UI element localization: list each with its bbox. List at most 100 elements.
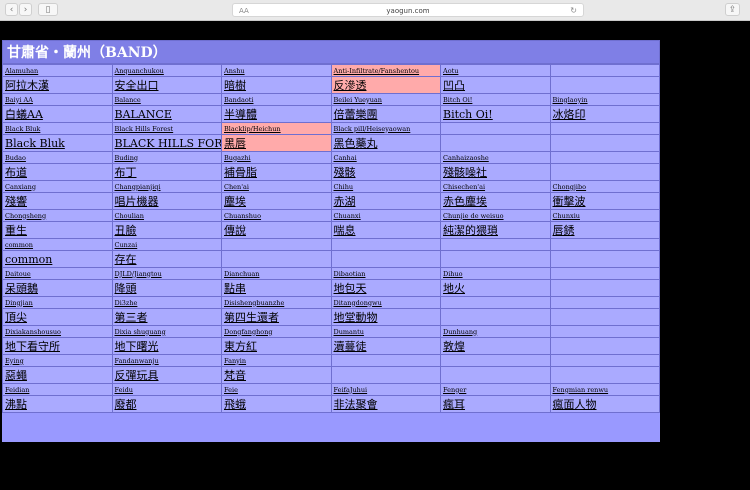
- band-romanization-link[interactable]: Eying: [3, 355, 112, 366]
- band-name-link[interactable]: 地包天: [331, 280, 440, 296]
- band-name-link[interactable]: 殘骸: [331, 164, 440, 180]
- band-name-link[interactable]: 瘋耳: [441, 396, 550, 412]
- band-name-link[interactable]: 殘響: [3, 193, 112, 209]
- band-romanization-link[interactable]: Alamuhan: [3, 65, 112, 76]
- band-name-link[interactable]: 地下看守所: [3, 338, 112, 354]
- band-romanization-link[interactable]: Buding: [112, 152, 221, 163]
- band-name-link[interactable]: BLACK HILLS FOREST: [112, 135, 221, 151]
- band-romanization-link[interactable]: Daitoue: [3, 268, 112, 279]
- band-romanization-link[interactable]: Chuanxi: [331, 210, 440, 221]
- band-name-link[interactable]: 阿拉木漢: [3, 77, 112, 93]
- band-name-link[interactable]: 布丁: [112, 164, 221, 180]
- band-name-link[interactable]: 黑色藥丸: [331, 135, 440, 151]
- band-romanization-link[interactable]: Fandanwanju: [112, 355, 221, 366]
- band-romanization-link[interactable]: common: [3, 239, 112, 250]
- band-romanization-link[interactable]: Chongsheng: [3, 210, 112, 221]
- band-romanization-link[interactable]: Ditangdongwu: [331, 297, 440, 308]
- band-romanization-link[interactable]: Dunhuang: [441, 326, 550, 337]
- band-name-link[interactable]: 惡蠅: [3, 367, 112, 383]
- band-name-link[interactable]: 倍蕾樂團: [331, 106, 440, 122]
- band-romanization-link[interactable]: Dongfanghong: [222, 326, 331, 337]
- band-name-link[interactable]: 冰烙印: [550, 106, 659, 122]
- band-romanization-link[interactable]: Canxiang: [3, 181, 112, 192]
- band-romanization-link[interactable]: Chunjie de weisuo: [441, 210, 550, 221]
- band-name-link[interactable]: 瘋面人物: [550, 396, 659, 412]
- band-romanization-link[interactable]: Dumantu: [331, 326, 440, 337]
- band-name-link[interactable]: 地堂動物: [331, 309, 440, 325]
- band-romanization-link[interactable]: Chen'ai: [222, 181, 331, 192]
- band-name-link[interactable]: 喘息: [331, 222, 440, 238]
- band-romanization-link[interactable]: Binglaoyin: [550, 94, 659, 105]
- band-name-link[interactable]: 非法聚會: [331, 396, 440, 412]
- reload-icon[interactable]: ↻: [570, 4, 577, 18]
- band-name-link[interactable]: 補骨脂: [222, 164, 331, 180]
- band-name-link[interactable]: 瀆蔓徒: [331, 338, 440, 354]
- band-romanization-link[interactable]: Black pill/Heiseyaowan: [331, 123, 440, 134]
- band-romanization-link[interactable]: Dihuo: [441, 268, 550, 279]
- band-romanization-link[interactable]: Balance: [112, 94, 221, 105]
- band-name-link[interactable]: 暗樹: [222, 77, 331, 93]
- band-name-link[interactable]: 唇銹: [550, 222, 659, 238]
- share-button[interactable]: ⇪: [725, 3, 740, 16]
- sidebar-button[interactable]: ▯: [38, 3, 58, 16]
- band-name-link[interactable]: 東方紅: [222, 338, 331, 354]
- band-name-link[interactable]: 沸點: [3, 396, 112, 412]
- band-romanization-link[interactable]: Chongjibo: [550, 181, 659, 192]
- band-romanization-link[interactable]: Fanyin: [222, 355, 331, 366]
- band-name-link[interactable]: 梵音: [222, 367, 331, 383]
- band-name-link[interactable]: Bitch Oi!: [441, 106, 550, 122]
- band-name-link[interactable]: 第四生還者: [222, 309, 331, 325]
- band-romanization-link[interactable]: Di3zhe: [112, 297, 221, 308]
- band-name-link[interactable]: 塵埃: [222, 193, 331, 209]
- band-name-link[interactable]: 傳說: [222, 222, 331, 238]
- band-name-link[interactable]: common: [3, 251, 112, 267]
- band-romanization-link[interactable]: Chisechen'ai: [441, 181, 550, 192]
- band-romanization-link[interactable]: FeifaJuhui: [331, 384, 440, 395]
- band-romanization-link[interactable]: Aotu: [441, 65, 550, 76]
- band-romanization-link[interactable]: Anshu: [222, 65, 331, 76]
- band-romanization-link[interactable]: Dibaotian: [331, 268, 440, 279]
- band-romanization-link[interactable]: Chunxiu: [550, 210, 659, 221]
- band-romanization-link[interactable]: Disishengbuanzhe: [222, 297, 331, 308]
- band-name-link[interactable]: 安全出口: [112, 77, 221, 93]
- band-romanization-link[interactable]: Dixia shuguang: [112, 326, 221, 337]
- band-romanization-link[interactable]: Changpianjiqi: [112, 181, 221, 192]
- band-name-link[interactable]: 頂尖: [3, 309, 112, 325]
- band-name-link[interactable]: 廢都: [112, 396, 221, 412]
- band-romanization-link[interactable]: Bugazhi: [222, 152, 331, 163]
- band-romanization-link[interactable]: Black Hills Forest: [112, 123, 221, 134]
- band-name-link[interactable]: 布道: [3, 164, 112, 180]
- band-romanization-link[interactable]: Feidu: [112, 384, 221, 395]
- band-name-link[interactable]: 地火: [441, 280, 550, 296]
- band-name-link[interactable]: 殘骸噪社: [441, 164, 550, 180]
- band-romanization-link[interactable]: Canhai: [331, 152, 440, 163]
- band-romanization-link[interactable]: Anti-Infiltrate/Fanshentou: [331, 65, 440, 76]
- band-name-link[interactable]: BALANCE: [112, 106, 221, 122]
- band-romanization-link[interactable]: Dianchuan: [222, 268, 331, 279]
- band-name-link[interactable]: 反滲透: [331, 77, 440, 93]
- band-romanization-link[interactable]: Black Bluk: [3, 123, 112, 134]
- band-name-link[interactable]: 反彈玩具: [112, 367, 221, 383]
- band-name-link[interactable]: 黑唇: [222, 135, 331, 151]
- band-romanization-link[interactable]: Choulian: [112, 210, 221, 221]
- reader-icon[interactable]: AA: [239, 4, 249, 18]
- band-romanization-link[interactable]: Fenger: [441, 384, 550, 395]
- band-name-link[interactable]: 白蟻AA: [3, 106, 112, 122]
- band-name-link[interactable]: 凹凸: [441, 77, 550, 93]
- band-romanization-link[interactable]: Cunzai: [112, 239, 221, 250]
- band-romanization-link[interactable]: Dingjian: [3, 297, 112, 308]
- band-romanization-link[interactable]: Beilei Yueyuan: [331, 94, 440, 105]
- band-name-link[interactable]: 純潔的猥瑣: [441, 222, 550, 238]
- band-name-link[interactable]: 丑臉: [112, 222, 221, 238]
- band-name-link[interactable]: 半導體: [222, 106, 331, 122]
- band-romanization-link[interactable]: Feie: [222, 384, 331, 395]
- band-name-link[interactable]: 赤色塵埃: [441, 193, 550, 209]
- band-name-link[interactable]: 唱片機器: [112, 193, 221, 209]
- band-romanization-link[interactable]: Fengmian renwu: [550, 384, 659, 395]
- band-name-link[interactable]: 衝擊波: [550, 193, 659, 209]
- band-romanization-link[interactable]: Feidian: [3, 384, 112, 395]
- band-romanization-link[interactable]: Bandaoti: [222, 94, 331, 105]
- band-name-link[interactable]: 地下曙光: [112, 338, 221, 354]
- band-name-link[interactable]: 重生: [3, 222, 112, 238]
- band-name-link[interactable]: 存在: [112, 251, 221, 267]
